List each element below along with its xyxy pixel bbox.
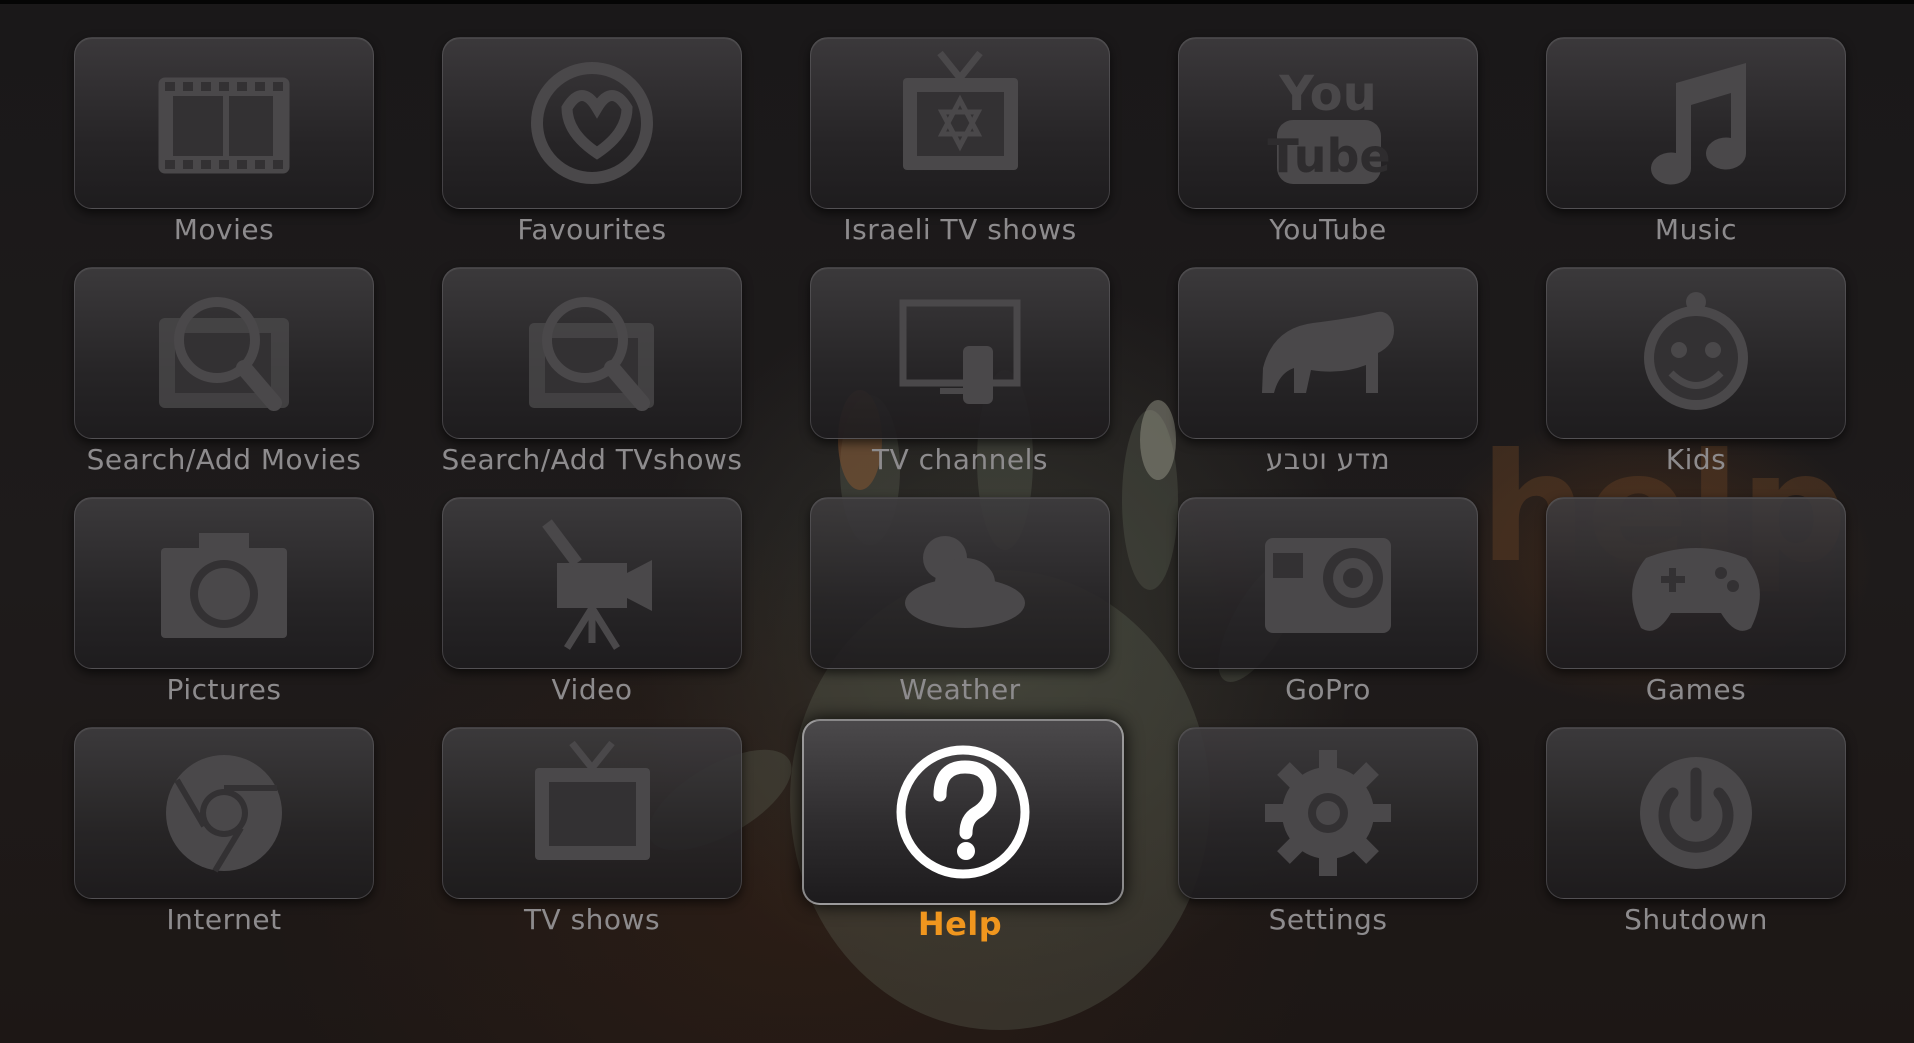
menu-tile-label: מדע וטבע xyxy=(1265,443,1391,476)
menu-tile-card[interactable] xyxy=(810,267,1110,439)
film-strip-icon xyxy=(158,77,290,174)
menu-tile-label: Help xyxy=(917,905,1003,943)
menu-tile-label: Search/Add Movies xyxy=(86,443,362,476)
menu-tile-label: Shutdown xyxy=(1624,903,1768,936)
menu-tile-label: Games xyxy=(1645,673,1747,706)
menu-tile-label: TV shows xyxy=(523,903,661,936)
menu-tile-card[interactable] xyxy=(1178,727,1478,899)
menu-tile-label: GoPro xyxy=(1285,673,1371,706)
svg-text:Tube: Tube xyxy=(1267,129,1390,183)
menu-tile-card[interactable] xyxy=(442,267,742,439)
search-tv-icon xyxy=(529,297,654,411)
menu-tile-card[interactable] xyxy=(1546,267,1846,439)
menu-tile-card[interactable] xyxy=(810,497,1110,669)
menu-tile-card[interactable] xyxy=(442,37,742,209)
menu-tile-label: Favourites xyxy=(517,213,667,246)
tv-icon xyxy=(535,740,650,860)
menu-tile-card[interactable] xyxy=(1178,267,1478,439)
menu-tile-label: Movies xyxy=(173,213,275,246)
menu-tile-label: Pictures xyxy=(166,673,282,706)
video-camera-icon xyxy=(542,519,652,650)
heart-swirl-icon xyxy=(531,62,653,184)
menu-tile-label: Israeli TV shows xyxy=(843,213,1077,246)
menu-tile-card[interactable] xyxy=(1546,497,1846,669)
menu-tile-label: Settings xyxy=(1268,903,1388,936)
camera-icon xyxy=(161,533,287,638)
menu-tile-card[interactable] xyxy=(1178,497,1478,669)
svg-text:You: You xyxy=(1278,66,1377,122)
menu-tile-card[interactable] xyxy=(1546,37,1846,209)
menu-tile-card[interactable] xyxy=(74,37,374,209)
monitor-remote-icon xyxy=(899,299,1021,404)
gopro-camera-icon xyxy=(1265,538,1391,633)
menu-tile-label: Weather xyxy=(899,673,1021,706)
menu-tile-card[interactable] xyxy=(810,37,1110,209)
menu-tile-card[interactable] xyxy=(442,497,742,669)
menu-tile-card[interactable] xyxy=(74,727,374,899)
menu-tile-label: Search/Add TVshows xyxy=(441,443,743,476)
top-edge xyxy=(0,0,1914,4)
youtube-logo-icon: You Tube xyxy=(1267,66,1391,184)
menu-tile-card[interactable] xyxy=(802,719,1124,905)
tv-star-of-david-icon xyxy=(903,50,1018,170)
kid-face-icon xyxy=(1644,292,1748,410)
gamepad-icon xyxy=(1632,548,1760,631)
menu-tile-label: Music xyxy=(1654,213,1738,246)
gear-icon xyxy=(1265,750,1391,876)
menu-tile-label: Kids xyxy=(1665,443,1727,476)
music-note-icon xyxy=(1651,63,1747,185)
weather-sun-cloud-icon xyxy=(905,536,1025,628)
menu-tile-card[interactable] xyxy=(74,497,374,669)
menu-tile-card[interactable] xyxy=(442,727,742,899)
menu-tile-label: YouTube xyxy=(1269,213,1387,246)
menu-tile-card[interactable] xyxy=(74,267,374,439)
menu-tile-label: Video xyxy=(551,673,633,706)
search-film-icon xyxy=(159,297,289,411)
chrome-browser-icon xyxy=(166,755,282,873)
menu-tile-card[interactable]: You Tube xyxy=(1178,37,1478,209)
home-screen: help MoviesFavouritesIsraeli TV showsYou… xyxy=(0,0,1914,1043)
menu-tile-label: TV channels xyxy=(871,443,1049,476)
power-icon xyxy=(1640,757,1752,869)
menu-tile-card[interactable] xyxy=(1546,727,1846,899)
tiger-icon xyxy=(1262,311,1394,393)
menu-tile-label: Internet xyxy=(166,903,282,936)
question-mark-icon xyxy=(896,745,1030,879)
